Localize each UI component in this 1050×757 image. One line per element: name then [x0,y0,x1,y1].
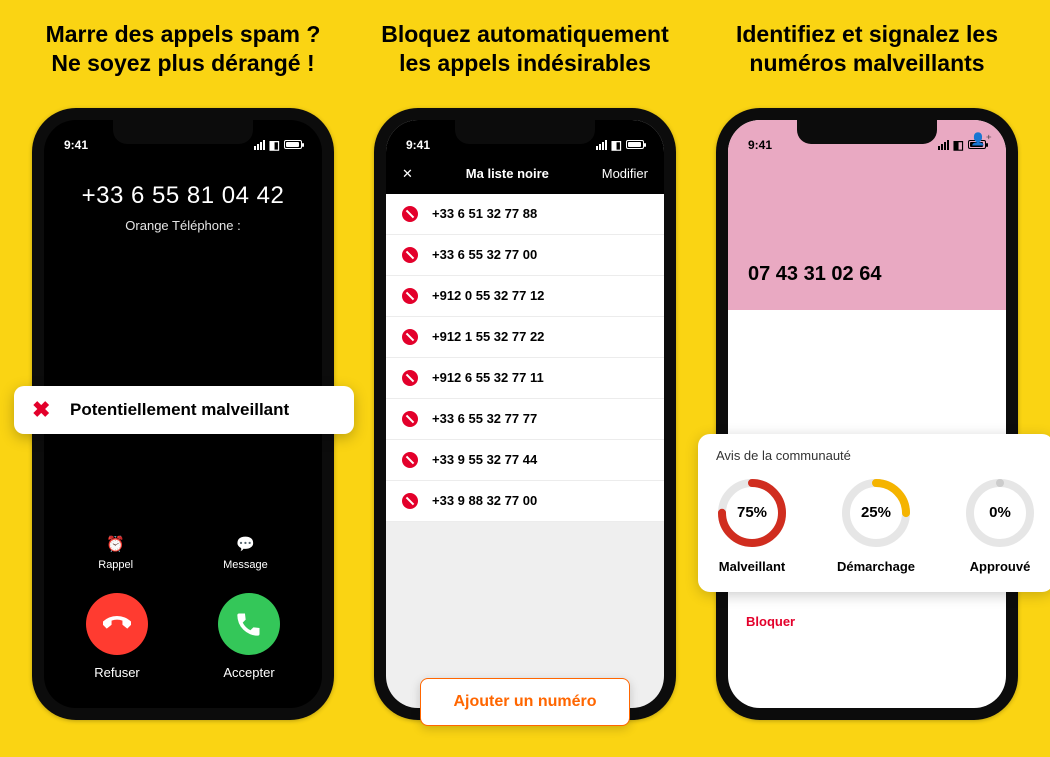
wifi-icon: ◧ [269,138,280,152]
notch [797,120,937,144]
block-icon [402,329,418,345]
blacklist-header: ✕ Ma liste noire Modifier [386,154,664,194]
decline-button[interactable]: Refuser [86,593,148,680]
heading-1: Marre des appels spam ? Ne soyez plus dé… [46,20,321,78]
community-rings: 75% Malveillant 25% Démarchage 0% Approuvé [716,477,1036,574]
status-icons: ◧ [596,138,644,152]
rating-ring: 75% Malveillant [716,477,788,574]
block-icon [402,370,418,386]
wifi-icon: ◧ [611,138,622,152]
message-button[interactable]: 💬 Message [223,535,268,571]
accept-button[interactable]: Accepter [218,593,280,680]
accept-icon [218,593,280,655]
incoming-number: +33 6 55 81 04 42 [44,182,322,210]
message-icon: 💬 [236,535,254,553]
blocked-number: +33 9 88 32 77 00 [432,493,537,508]
warning-x-icon: ✖ [32,397,50,423]
blacklist-rows: +33 6 51 32 77 88 +33 6 55 32 77 00 +912 0… [386,194,664,522]
ring-label: Démarchage [837,559,915,574]
community-card: Avis de la communauté 75% Malveillant 25% D… [698,434,1050,592]
warning-text: Potentiellement malveillant [70,400,289,419]
list-item[interactable]: +912 1 55 32 77 22 [386,317,664,358]
block-button[interactable]: Bloquer [746,602,988,641]
ring-percent: 75% [716,477,788,549]
blocked-number: +912 0 55 32 77 12 [432,288,544,303]
edit-button[interactable]: Modifier [602,166,648,181]
signal-icon [596,140,607,150]
block-icon [402,411,418,427]
add-number-button[interactable]: Ajouter un numéro [420,678,629,726]
decline-icon [86,593,148,655]
list-item[interactable]: +33 6 51 32 77 88 [386,194,664,235]
list-item[interactable]: +912 6 55 32 77 11 [386,358,664,399]
provider-label: Orange Téléphone : [44,218,322,233]
ring-label: Approuvé [970,559,1031,574]
alarm-icon: ⏰ [107,535,125,553]
ring-percent: 0% [964,477,1036,549]
battery-icon [626,140,644,149]
battery-icon [284,140,302,149]
message-label: Message [223,559,268,571]
blacklist-screen: 9:41 ◧ ✕ Ma liste noire Modifier +33 6 5… [386,120,664,708]
heading-3: Identifiez et signalez les numéros malve… [736,20,998,78]
blocked-number: +912 1 55 32 77 22 [432,329,544,344]
list-item[interactable]: +33 9 55 32 77 44 [386,440,664,481]
call-actions: ⏰ Rappel 💬 Message Refuser [44,535,322,708]
status-time: 9:41 [64,138,88,152]
notch [113,120,253,144]
blocked-number: +912 6 55 32 77 11 [432,370,544,385]
add-number-wrap: Ajouter un numéro [374,678,676,726]
phone-mock-3: 9:41 ◧ 👤⁺ 07 43 31 02 64 +33 7 43 31 02 … [716,108,1018,720]
spam-warning-card: ✖ Potentiellement malveillant [14,386,354,434]
blocked-number: +33 9 55 32 77 44 [432,452,537,467]
status-icons: ◧ [254,138,302,152]
status-time: 9:41 [406,138,430,152]
wifi-icon: ◧ [953,138,964,152]
promo-column-3: Identifiez et signalez les numéros malve… [702,20,1032,757]
report-screen: 9:41 ◧ 👤⁺ 07 43 31 02 64 +33 7 43 31 02 … [728,120,1006,708]
phone-mock-1: 9:41 ◧ +33 6 55 81 04 42 Orange Téléphon… [32,108,334,720]
rating-ring: 25% Démarchage [837,477,915,574]
remind-button[interactable]: ⏰ Rappel [98,535,133,571]
list-item[interactable]: +912 0 55 32 77 12 [386,276,664,317]
add-contact-icon[interactable]: 👤⁺ [971,132,992,146]
blocked-number: +33 6 55 32 77 77 [432,411,537,426]
heading-2: Bloquez automatiquement les appels indés… [381,20,669,78]
block-icon [402,493,418,509]
ring-label: Malveillant [719,559,785,574]
block-icon [402,288,418,304]
phone-mock-2: 9:41 ◧ ✕ Ma liste noire Modifier +33 6 5… [374,108,676,720]
list-item[interactable]: +33 6 55 32 77 77 [386,399,664,440]
blocked-number: +33 6 55 32 77 00 [432,247,537,262]
block-icon [402,452,418,468]
promo-column-1: Marre des appels spam ? Ne soyez plus dé… [18,20,348,757]
community-title: Avis de la communauté [716,448,1036,463]
list-item[interactable]: +33 6 55 32 77 00 [386,235,664,276]
number-hero: 9:41 ◧ 👤⁺ 07 43 31 02 64 [728,120,1006,310]
close-button[interactable]: ✕ [402,166,413,182]
signal-icon [254,140,265,150]
display-number: 07 43 31 02 64 [748,263,881,286]
signal-icon [938,140,949,150]
blocked-number: +33 6 51 32 77 88 [432,206,537,221]
status-time: 9:41 [748,138,772,152]
list-item[interactable]: +33 9 88 32 77 00 [386,481,664,522]
block-icon [402,206,418,222]
decline-label: Refuser [86,665,148,680]
blacklist-title: Ma liste noire [466,166,549,181]
notch [455,120,595,144]
remind-label: Rappel [98,559,133,571]
rating-ring: 0% Approuvé [964,477,1036,574]
accept-label: Accepter [218,665,280,680]
promo-column-2: Bloquez automatiquement les appels indés… [360,20,690,757]
ring-percent: 25% [840,477,912,549]
block-icon [402,247,418,263]
